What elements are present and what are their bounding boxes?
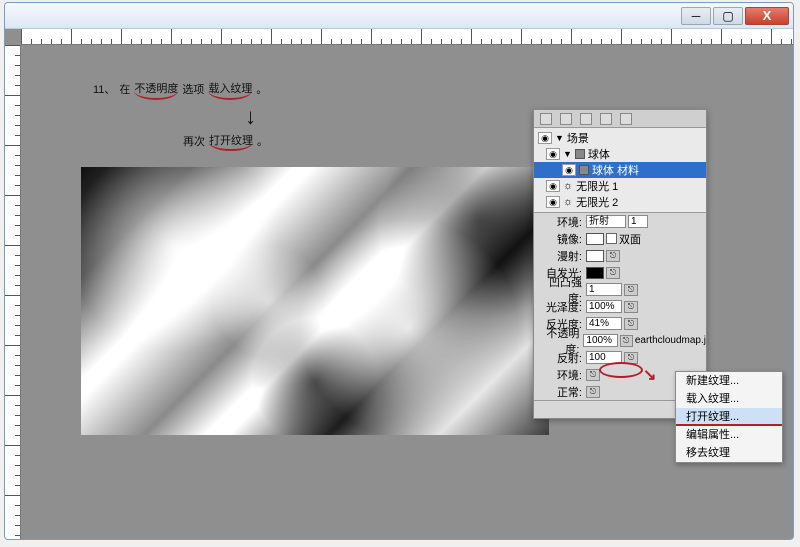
visibility-icon[interactable]: ◉	[538, 132, 552, 144]
canvas[interactable]: 11、 在 不透明度 选项 载入纹理 。 ↓ 再次 打开纹理 。	[21, 45, 793, 539]
gloss-input[interactable]: 100%	[586, 300, 622, 313]
arrow-down-icon: ↓	[233, 100, 268, 133]
env-combo[interactable]: 折射	[586, 215, 626, 228]
mesh-icon	[575, 149, 585, 159]
minimize-button[interactable]: ─	[681, 7, 711, 25]
client-area: 11、 在 不透明度 选项 载入纹理 。 ↓ 再次 打开纹理 。	[5, 29, 793, 539]
menu-remove-texture[interactable]: 移去纹理	[676, 444, 782, 462]
tab-icon[interactable]	[580, 113, 592, 125]
prop-environment: 环境: 折射 1	[534, 213, 706, 230]
color-swatch[interactable]	[586, 233, 604, 245]
tree-row-material[interactable]: ◉ 球体 材料	[534, 162, 706, 178]
step-number: 11、	[93, 82, 115, 99]
prop-reflection: 反射: 100 ⎋	[534, 349, 706, 366]
light-icon: ☼	[563, 196, 573, 208]
tab-icon[interactable]	[560, 113, 572, 125]
prop-bump: 凹凸强度: 1 ⎋	[534, 281, 706, 298]
texture-button[interactable]: ⎋	[624, 352, 638, 364]
texture-button[interactable]: ⎋	[624, 284, 638, 296]
chevron-down-icon[interactable]: ▼	[563, 149, 572, 159]
chevron-down-icon[interactable]: ▼	[555, 133, 564, 143]
tree-label: 场景	[567, 130, 589, 146]
prop-mirror: 镜像: 双面	[534, 230, 706, 247]
tree-label: 无限光 1	[576, 178, 618, 194]
panel-tabs	[534, 110, 706, 128]
env-amount[interactable]: 1	[628, 215, 648, 228]
scene-tree: ◉ ▼ 场景 ◉ ▼ 球体 ◉ 球体 材料	[534, 128, 706, 212]
tab-icon[interactable]	[600, 113, 612, 125]
prop-opacity: 不透明度: 100% ⎋ earthcloudmap.j	[534, 332, 706, 349]
texture-context-menu: 新建纹理... 载入纹理... 打开纹理... 编辑属性... 移去纹理	[675, 371, 783, 463]
reflectivity-input[interactable]: 41%	[586, 317, 622, 330]
tab-icon[interactable]	[620, 113, 632, 125]
visibility-icon[interactable]: ◉	[546, 180, 560, 192]
opacity-input[interactable]: 100%	[583, 334, 617, 347]
opacity-texture-name: earthcloudmap.j	[635, 335, 706, 346]
earth-cloud-texture-preview	[81, 167, 549, 435]
maximize-button[interactable]: ▢	[713, 7, 743, 25]
color-swatch[interactable]	[586, 250, 604, 262]
texture-button[interactable]: ⎋	[624, 301, 638, 313]
tree-row-scene[interactable]: ◉ ▼ 场景	[534, 130, 706, 146]
close-button[interactable]: X	[745, 7, 789, 25]
texture-button[interactable]: ⎋	[606, 267, 620, 279]
tree-label: 球体	[588, 146, 610, 162]
material-icon	[579, 165, 589, 175]
twosided-checkbox[interactable]	[606, 233, 617, 244]
prop-diffuse: 漫射: ⎋	[534, 247, 706, 264]
ruler-horizontal[interactable]	[21, 29, 793, 45]
texture-button[interactable]: ⎋	[586, 369, 600, 381]
tab-icon[interactable]	[540, 113, 552, 125]
menu-load-texture[interactable]: 载入纹理...	[676, 390, 782, 408]
app-window: ─ ▢ X 11、 在 不透明度 选项 载入纹理 。 ↓ 再次 打开纹理 。	[4, 2, 794, 540]
tree-label: 无限光 2	[576, 194, 618, 210]
light-icon: ☼	[563, 180, 573, 192]
tree-row-light2[interactable]: ◉ ☼ 无限光 2	[534, 194, 706, 210]
handwriting-annotation: 11、 在 不透明度 选项 载入纹理 。 ↓ 再次 打开纹理 。	[93, 81, 268, 151]
visibility-icon[interactable]: ◉	[562, 164, 576, 176]
texture-button[interactable]: ⎋	[606, 250, 620, 262]
titlebar: ─ ▢ X	[5, 3, 793, 29]
prop-gloss: 光泽度: 100% ⎋	[534, 298, 706, 315]
visibility-icon[interactable]: ◉	[546, 148, 560, 160]
tree-label: 球体 材料	[592, 162, 639, 178]
opacity-texture-button[interactable]: ⎋	[620, 335, 633, 347]
menu-edit-props[interactable]: 编辑属性...	[676, 426, 782, 444]
visibility-icon[interactable]: ◉	[546, 196, 560, 208]
menu-new-texture[interactable]: 新建纹理...	[676, 372, 782, 390]
texture-button[interactable]: ⎋	[624, 318, 638, 330]
reflection-input[interactable]: 100	[586, 351, 622, 364]
color-swatch[interactable]	[586, 267, 604, 279]
texture-button[interactable]: ⎋	[586, 386, 600, 398]
tree-row-sphere[interactable]: ◉ ▼ 球体	[534, 146, 706, 162]
ruler-vertical[interactable]	[5, 45, 21, 539]
menu-open-texture[interactable]: 打开纹理...	[676, 408, 782, 426]
tree-row-light1[interactable]: ◉ ☼ 无限光 1	[534, 178, 706, 194]
bump-input[interactable]: 1	[586, 283, 622, 296]
